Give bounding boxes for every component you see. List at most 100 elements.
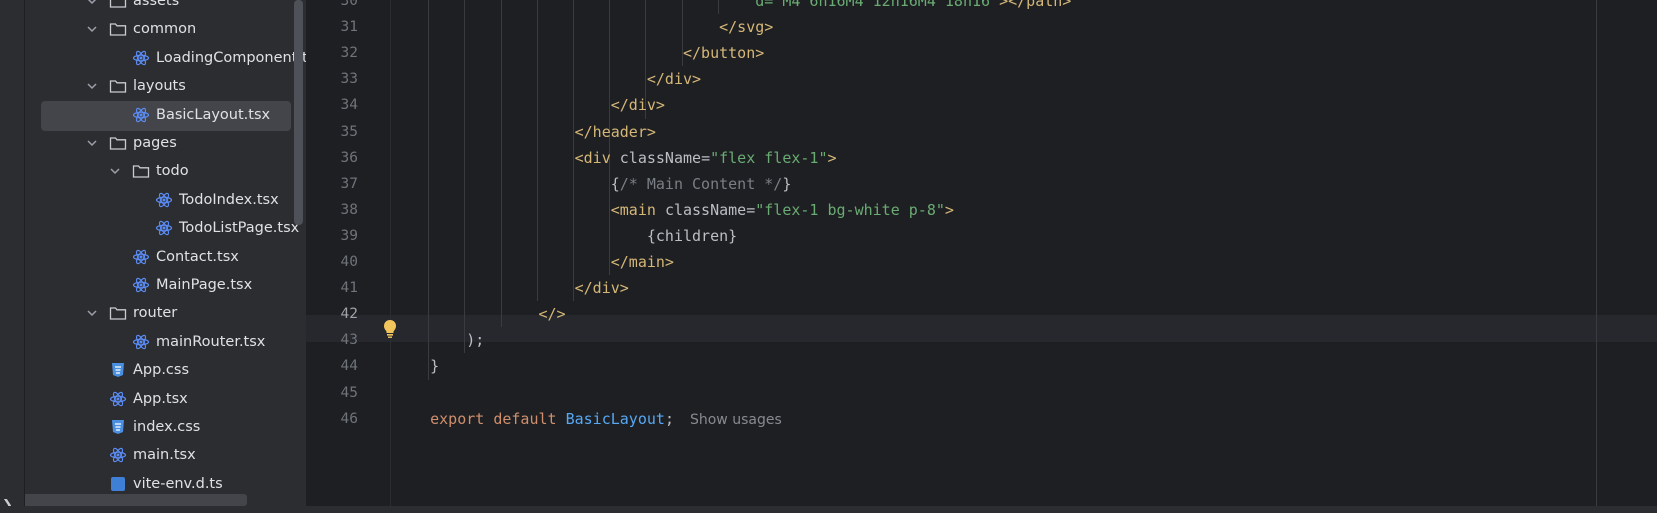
- chevron-down-icon[interactable]: [85, 136, 99, 150]
- code-token: </button>: [682, 44, 765, 63]
- code-token: </div>: [574, 279, 629, 298]
- tree-item[interactable]: LoadingComponent.tsx: [25, 43, 306, 73]
- code-line: }: [394, 353, 439, 380]
- line-number: 39: [340, 227, 358, 244]
- code-token: <div: [574, 148, 620, 167]
- line-number: 42: [340, 306, 358, 323]
- sidebar-horizontal-scrollbar[interactable]: [25, 494, 247, 506]
- code-token: {children}: [646, 226, 738, 245]
- tree-item[interactable]: BasicLayout.tsx: [25, 100, 306, 130]
- tree-item[interactable]: Contact.tsx: [25, 242, 306, 272]
- tree-item[interactable]: MainPage.tsx: [25, 270, 306, 300]
- react-icon: [132, 334, 150, 350]
- code-token: "flex-1 bg-white p-8": [755, 200, 945, 219]
- tree-item[interactable]: router: [25, 298, 306, 328]
- tree-item[interactable]: TodoListPage.tsx: [25, 213, 306, 243]
- tree-item[interactable]: common: [25, 14, 306, 44]
- code-line: <main className="flex-1 bg-white p-8">: [394, 197, 954, 224]
- tree-item[interactable]: mainRouter.tsx: [25, 327, 306, 357]
- gutter-separator: [390, 0, 391, 513]
- code-token: BasicLayout: [565, 409, 665, 428]
- code-token: ></path>: [999, 0, 1072, 10]
- code-token: >: [827, 148, 837, 167]
- folder-icon: [109, 0, 127, 8]
- tree-item[interactable]: main.tsx: [25, 440, 306, 470]
- line-number: 43: [340, 332, 358, 349]
- tree-item[interactable]: App.css: [25, 355, 306, 385]
- code-token: </main>: [610, 253, 674, 271]
- line-number: 35: [340, 123, 358, 140]
- code-token: d="M4 6h16M4 12h16M4 18h16": [755, 0, 1000, 10]
- code-token: {: [610, 174, 620, 193]
- code-token: export default: [430, 409, 566, 428]
- code-line: </header>: [394, 119, 656, 146]
- tree-item[interactable]: layouts: [25, 71, 306, 101]
- line-number: 46: [340, 410, 358, 427]
- react-icon: [132, 107, 150, 122]
- code-token: }: [782, 174, 792, 193]
- tree-item-label: assets: [133, 0, 180, 9]
- line-number: 37: [340, 175, 358, 192]
- chevron-down-icon[interactable]: [85, 22, 99, 36]
- chevron-down-icon[interactable]: [108, 164, 122, 178]
- react-icon: [132, 249, 150, 264]
- code-line: );: [394, 327, 484, 354]
- right-margin-guide: [1596, 0, 1597, 513]
- typescript-icon: [111, 476, 125, 491]
- tree-item[interactable]: TodoIndex.tsx: [25, 185, 306, 215]
- folder-icon: [109, 137, 127, 150]
- sidebar-scrollbar[interactable]: [294, 0, 303, 225]
- tree-item[interactable]: index.css: [25, 412, 306, 442]
- tree-item-label: TodoIndex.tsx: [179, 191, 279, 208]
- chevron-down-icon[interactable]: [85, 306, 99, 320]
- code-line: export default BasicLayout; Show usages: [394, 406, 782, 433]
- tree-item-label: BasicLayout.tsx: [156, 106, 271, 123]
- code-line: d="M4 6h16M4 12h16M4 18h16"></path>: [394, 0, 1071, 15]
- line-number: 31: [340, 19, 358, 36]
- tree-item[interactable]: App.tsx: [25, 384, 306, 414]
- code-token: className: [664, 200, 747, 219]
- code-token: "flex flex-1": [710, 148, 828, 167]
- tool-window-strip: ❯: [0, 0, 25, 513]
- code-line: {children}: [394, 223, 737, 250]
- tree-item-label: index.css: [133, 419, 201, 435]
- react-icon: [132, 277, 150, 293]
- folder-icon: [109, 307, 127, 321]
- bottom-status-strip: [0, 506, 1657, 513]
- css-icon: [112, 420, 124, 434]
- css-icon: [112, 363, 124, 378]
- chevron-down-icon[interactable]: [85, 79, 99, 93]
- tree-item[interactable]: pages: [25, 128, 306, 158]
- line-number: 34: [340, 97, 358, 114]
- lightbulb-icon[interactable]: [382, 319, 398, 339]
- chevron-down-icon[interactable]: [85, 0, 99, 8]
- line-number: 38: [340, 201, 358, 218]
- code-editor[interactable]: 30 d="M4 6h16M4 12h16M4 18h16"></path> 31…: [306, 0, 1657, 513]
- code-line: {/* Main Content */}: [394, 171, 792, 198]
- react-icon: [109, 391, 127, 406]
- code-token: }: [430, 357, 440, 376]
- tree-item-label: App.css: [133, 362, 190, 379]
- line-number: 30: [340, 0, 358, 9]
- code-line: <div className="flex flex-1">: [394, 145, 837, 172]
- code-token: </svg>: [719, 18, 774, 37]
- tree-item-label: layouts: [133, 78, 186, 95]
- tree-item-label: common: [133, 21, 197, 38]
- tree-item[interactable]: todo: [25, 156, 306, 186]
- show-usages-hint[interactable]: Show usages: [690, 412, 782, 428]
- tree-item-label: TodoListPage.tsx: [179, 220, 300, 237]
- tree-item-label: main.tsx: [133, 447, 196, 464]
